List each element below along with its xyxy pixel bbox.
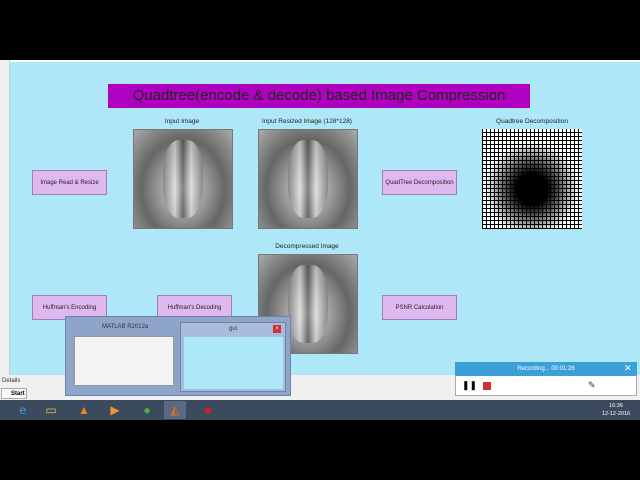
vlc-icon[interactable]: ▲ xyxy=(73,401,95,419)
taskbar xyxy=(0,400,640,420)
figure-title: Quadtree(encode & decode) based Image Co… xyxy=(108,84,530,108)
gui-preview-title: gui xyxy=(229,326,238,332)
pdf-reader-icon[interactable]: ■ xyxy=(197,401,219,419)
ie-icon[interactable]: e xyxy=(12,401,34,419)
close-icon[interactable]: × xyxy=(273,325,281,333)
start-button[interactable]: Start xyxy=(1,388,27,399)
media-player-icon[interactable]: ▶ xyxy=(104,401,126,419)
pen-icon[interactable]: ✎ xyxy=(588,380,596,391)
window-switcher-preview: MATLAB R2012a gui × xyxy=(65,316,291,396)
matlab-preview-thumbnail[interactable] xyxy=(74,336,174,386)
chrome-icon[interactable]: ● xyxy=(136,401,158,419)
recording-status: Recording... 00:01:26 xyxy=(455,362,637,376)
taskbar-clock[interactable]: 16:36 12-12-2016 xyxy=(596,402,636,418)
caption-quadtree: Quadtree Decomposition xyxy=(496,118,568,125)
quadtree-image xyxy=(482,129,582,229)
gui-preview[interactable]: gui × xyxy=(180,322,286,392)
quadtree-decomposition-button[interactable]: QuadTree Decomposition xyxy=(382,170,457,195)
clock-date: 12-12-2016 xyxy=(601,411,631,417)
recorder-close-icon[interactable]: ✕ xyxy=(624,363,632,374)
pause-icon[interactable]: ❚❚ xyxy=(462,380,477,391)
psnr-calculation-button[interactable]: PSNR Calculation xyxy=(382,295,457,320)
left-panel xyxy=(0,60,10,380)
matlab-taskbar-icon[interactable]: ◭ xyxy=(164,401,186,419)
stop-icon[interactable] xyxy=(483,382,491,390)
gui-preview-thumbnail xyxy=(184,337,283,389)
clock-time: 16:36 xyxy=(609,403,623,409)
caption-resized-image: Input Resized Image (128*128) xyxy=(262,118,352,125)
caption-input-image: Input Image xyxy=(164,118,200,125)
input-image xyxy=(133,129,233,229)
matlab-preview-title: MATLAB R2012a xyxy=(102,324,149,330)
resized-image xyxy=(258,129,358,229)
image-read-resize-button[interactable]: Image Read & Resize xyxy=(32,170,107,195)
caption-decompressed: Decompressed Image xyxy=(275,243,339,250)
file-explorer-icon[interactable]: ▭ xyxy=(40,401,62,419)
